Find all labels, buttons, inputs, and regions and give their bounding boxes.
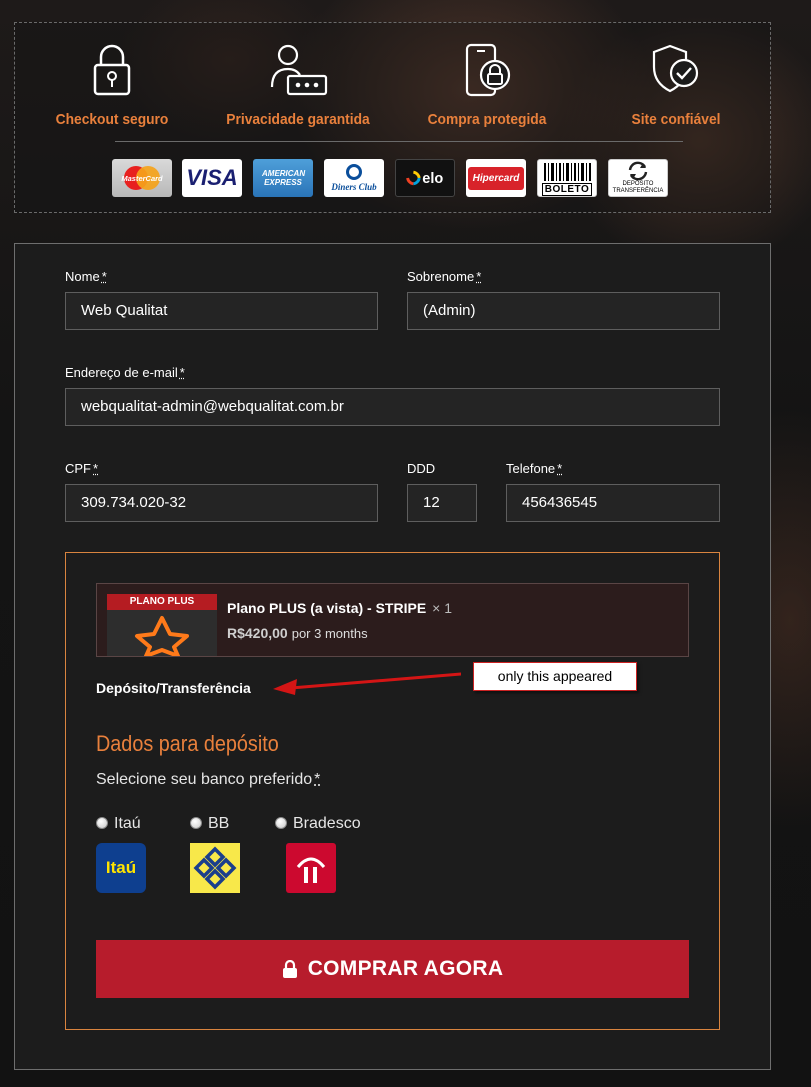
bank-prompt: Selecione seu banco preferido * — [96, 771, 321, 788]
mastercard-logo: MasterCard — [112, 159, 172, 197]
nome-field[interactable]: Web Qualitat — [65, 292, 378, 330]
checkout-form: Nome * Web Qualitat Sobrenome * (Admin) En… — [14, 243, 771, 1070]
shield-check-icon — [652, 44, 699, 93]
hipercard-logo: Hipercard — [466, 159, 526, 197]
product-item: PLANO PLUS Plano PLUS (a vista) - STRIPE… — [96, 583, 689, 657]
cpf-label: CPF * — [65, 461, 99, 476]
svg-text:Diners Club: Diners Club — [330, 182, 377, 192]
nome-label: Nome * — [65, 269, 107, 284]
badge-label: Site confiável — [631, 111, 721, 128]
ddd-label: DDD — [407, 461, 436, 476]
sobrenome-field[interactable]: (Admin) — [407, 292, 720, 330]
diners-logo: Diners Club — [324, 159, 384, 197]
deposito-logo: DEPÓSITO TRANSFERÊNCIA — [608, 159, 668, 197]
star-icon — [135, 616, 189, 656]
boleto-logo: BOLETO — [537, 159, 597, 197]
deposit-section-title: Dados para depósito — [96, 731, 279, 756]
itau-logo[interactable]: Itaú — [96, 843, 146, 893]
badge-checkout-seguro: Checkout seguro — [27, 43, 197, 128]
radio-button[interactable] — [190, 817, 202, 829]
telefone-field[interactable]: 456436545 — [506, 484, 720, 522]
annotation-arrow — [273, 672, 461, 695]
badge-label: Privacidade garantida — [226, 111, 370, 128]
sobrenome-label: Sobrenome * — [407, 269, 482, 284]
buy-now-button[interactable]: COMPRAR AGORA — [96, 940, 689, 998]
order-summary-panel: PLANO PLUS Plano PLUS (a vista) - STRIPE… — [65, 552, 720, 1030]
product-thumbnail: PLANO PLUS — [107, 594, 217, 656]
lock-icon — [282, 960, 297, 978]
visa-logo: VISA — [182, 159, 242, 197]
secure-phone-icon — [465, 43, 511, 97]
annotation-callout: only this appeared — [473, 662, 637, 691]
email-label: Endereço de e-mail * — [65, 365, 185, 380]
payment-method-label: Depósito/Transferência — [96, 680, 251, 696]
telefone-label: Telefone * — [506, 461, 563, 476]
email-field[interactable]: webqualitat-admin@webqualitat.com.br — [65, 388, 720, 426]
badge-label: Compra protegida — [427, 111, 547, 128]
user-password-icon — [270, 44, 328, 96]
radio-button[interactable] — [275, 817, 287, 829]
banco-do-brasil-logo[interactable] — [190, 843, 240, 893]
radio-button[interactable] — [96, 817, 108, 829]
svg-text:elo: elo — [422, 171, 443, 187]
badge-compra-protegida: Compra protegida — [402, 43, 572, 128]
badge-site-confiavel: Site confiável — [591, 43, 761, 128]
elo-logo: elo — [395, 159, 455, 197]
cpf-field[interactable]: 309.734.020-32 — [65, 484, 378, 522]
svg-text:MasterCard: MasterCard — [121, 174, 163, 183]
divider — [115, 141, 683, 142]
padlock-icon — [93, 44, 131, 96]
ddd-field[interactable]: 12 — [407, 484, 477, 522]
badge-label: Checkout seguro — [55, 111, 169, 128]
amex-logo: AMERICAN EXPRESS — [253, 159, 313, 197]
product-name: Plano PLUS (a vista) - STRIPE × 1 — [227, 600, 453, 616]
badge-privacidade: Privacidade garantida — [213, 43, 383, 128]
trust-seals-panel: Checkout seguro Privacidade garantida Co… — [14, 22, 771, 213]
bradesco-logo[interactable] — [286, 843, 336, 893]
product-price: R$420,00 por 3 months — [227, 625, 368, 641]
